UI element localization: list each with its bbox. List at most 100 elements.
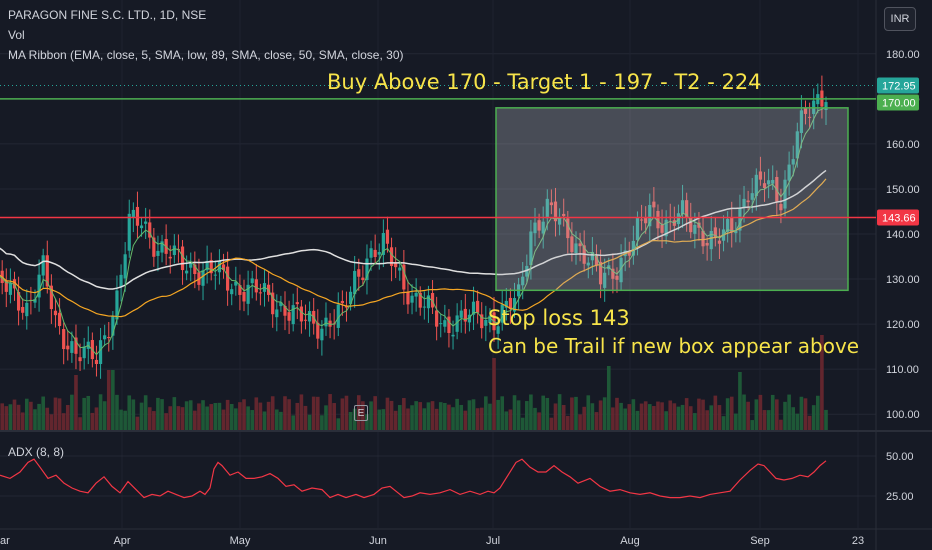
volume-bar bbox=[160, 399, 164, 430]
volume-bar bbox=[533, 407, 537, 430]
volume-bar bbox=[504, 411, 509, 430]
volume-bar bbox=[320, 415, 324, 430]
volume-bar bbox=[299, 394, 304, 430]
adx-indicator-label[interactable]: ADX (8, 8) bbox=[8, 445, 64, 459]
volume-bar bbox=[754, 399, 759, 430]
volume-bar bbox=[287, 399, 291, 430]
volume-bar bbox=[553, 403, 558, 430]
volume-bar bbox=[443, 402, 447, 430]
candle-body bbox=[21, 306, 25, 313]
volume-bar bbox=[598, 400, 603, 430]
volume-bar bbox=[725, 398, 730, 430]
volume-bar bbox=[37, 403, 41, 430]
ma-ribbon-indicator-label[interactable]: MA Ribbon (EMA, close, 5, SMA, low, 89, … bbox=[8, 48, 404, 62]
volume-bar bbox=[393, 410, 398, 430]
volume-bar bbox=[520, 417, 525, 430]
volume-bar bbox=[434, 408, 439, 430]
volume-bar bbox=[746, 401, 750, 430]
time-axis-label: Aug bbox=[620, 535, 640, 547]
volume-bar bbox=[135, 416, 140, 430]
volume-bar bbox=[102, 401, 107, 430]
volume-bar bbox=[824, 409, 828, 430]
volume-bar bbox=[676, 406, 681, 430]
candle-body bbox=[447, 316, 451, 334]
volume-bar bbox=[475, 408, 480, 430]
price-label-text: 143.66 bbox=[882, 213, 916, 225]
candle-body bbox=[385, 229, 390, 244]
price-tick-label: 110.00 bbox=[886, 364, 919, 376]
candle-body bbox=[131, 209, 135, 218]
candle-body bbox=[78, 357, 82, 362]
volume-bar bbox=[426, 402, 431, 430]
price-tick-label: 150.00 bbox=[886, 184, 920, 196]
volume-bar bbox=[225, 399, 230, 430]
candle-body bbox=[94, 359, 99, 364]
candle-body bbox=[135, 206, 140, 226]
currency-button[interactable]: INR bbox=[884, 7, 916, 31]
volume-bar bbox=[529, 394, 533, 430]
volume-bar bbox=[303, 405, 308, 430]
price-tick-label: 180.00 bbox=[886, 49, 920, 61]
volume-bar bbox=[164, 413, 168, 430]
price-label-text: 170.00 bbox=[882, 98, 916, 110]
candle-body bbox=[291, 305, 295, 325]
volume-bar bbox=[74, 375, 78, 430]
volume-bar bbox=[594, 412, 599, 430]
candle-body bbox=[459, 310, 463, 318]
candle-body bbox=[398, 267, 402, 271]
volume-bar bbox=[652, 406, 656, 430]
volume-bar bbox=[631, 399, 636, 430]
volume-bar bbox=[127, 395, 132, 430]
volume-bar bbox=[234, 408, 238, 430]
volume-bar bbox=[348, 412, 353, 430]
earnings-marker[interactable]: E bbox=[354, 405, 368, 421]
candle-body bbox=[406, 291, 410, 305]
candle-body bbox=[123, 254, 127, 279]
volume-bar bbox=[668, 400, 673, 430]
volume-bar bbox=[193, 410, 197, 430]
candle-body bbox=[451, 334, 455, 337]
volume-bar bbox=[238, 402, 242, 430]
candle-body bbox=[57, 312, 62, 327]
price-tick-label: 160.00 bbox=[886, 139, 920, 151]
candle-body bbox=[439, 323, 443, 325]
volume-bar bbox=[205, 406, 209, 430]
candle-body bbox=[295, 302, 299, 305]
volume-bar bbox=[180, 407, 185, 430]
volume-bar bbox=[791, 407, 796, 430]
volume-bar bbox=[660, 402, 664, 430]
volume-bar bbox=[463, 410, 468, 430]
volume-indicator-label[interactable]: Vol bbox=[8, 28, 25, 42]
volume-bar bbox=[611, 407, 615, 430]
volume-bar bbox=[49, 414, 54, 430]
volume-bar bbox=[508, 409, 513, 430]
volume-bar bbox=[582, 406, 586, 430]
volume-bar bbox=[324, 405, 328, 430]
volume-bar bbox=[516, 400, 521, 430]
volume-bar bbox=[61, 413, 66, 430]
time-axis-label: May bbox=[230, 535, 251, 547]
volume-bar bbox=[397, 405, 402, 430]
volume-bar bbox=[697, 398, 701, 430]
candle-body bbox=[377, 251, 381, 255]
volume-bar bbox=[307, 414, 312, 430]
volume-bar bbox=[709, 405, 714, 430]
volume-bar bbox=[410, 405, 414, 430]
volume-bar bbox=[65, 405, 70, 430]
volume-bar bbox=[176, 406, 181, 430]
candle-body bbox=[320, 328, 324, 341]
volume-bar bbox=[311, 396, 316, 430]
volume-bar bbox=[438, 402, 443, 430]
volume-bar bbox=[783, 401, 787, 430]
trail-annotation: Can be Trail if new box appear above bbox=[488, 334, 860, 358]
price-tick-label: 100.00 bbox=[886, 409, 920, 421]
volume-bar bbox=[385, 397, 390, 430]
volume-bar bbox=[430, 401, 435, 430]
candle-body bbox=[422, 306, 426, 308]
candle-body bbox=[443, 320, 447, 327]
volume-bar bbox=[541, 395, 546, 430]
volume-bar bbox=[20, 412, 25, 430]
volume-bar bbox=[816, 395, 820, 430]
volume-bar bbox=[811, 405, 816, 430]
candle-body bbox=[213, 274, 217, 276]
